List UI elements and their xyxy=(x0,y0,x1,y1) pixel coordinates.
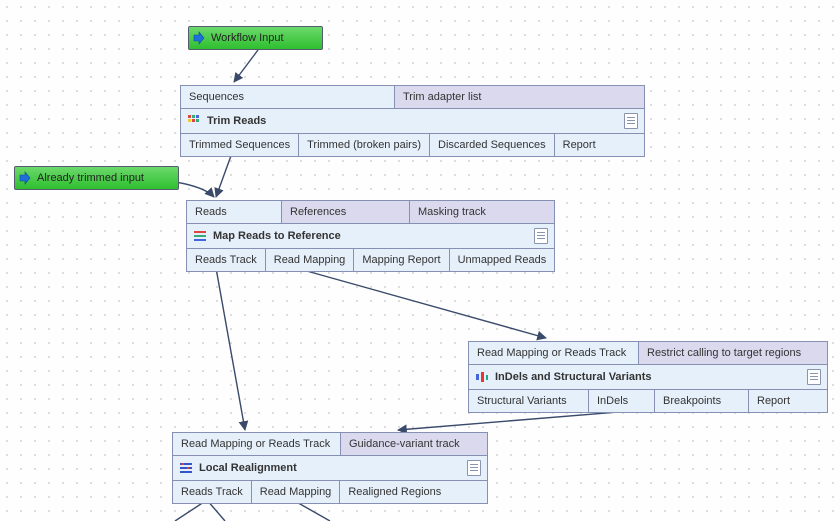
node-title: Local Realignment xyxy=(199,456,297,480)
port-read-mapping[interactable]: Read Mapping xyxy=(266,249,355,271)
port-reads-track[interactable]: Reads Track xyxy=(173,481,252,503)
port-read-mapping-or-reads-track[interactable]: Read Mapping or Reads Track xyxy=(469,342,639,364)
indels-icon xyxy=(475,370,489,384)
input-workflow-input[interactable]: Workflow Input xyxy=(188,26,323,50)
document-icon[interactable] xyxy=(807,369,821,385)
port-restrict-calling[interactable]: Restrict calling to target regions xyxy=(639,342,827,364)
port-reads[interactable]: Reads xyxy=(187,201,282,223)
node-map-reads-to-reference[interactable]: Reads References Masking track Map Reads… xyxy=(186,200,555,272)
document-icon[interactable] xyxy=(467,460,481,476)
port-read-mapping-or-reads-track[interactable]: Read Mapping or Reads Track xyxy=(173,433,341,455)
node-local-realignment[interactable]: Read Mapping or Reads Track Guidance-var… xyxy=(172,432,488,504)
port-indels[interactable]: InDels xyxy=(589,390,655,412)
document-icon[interactable] xyxy=(534,228,548,244)
port-trimmed-sequences[interactable]: Trimmed Sequences xyxy=(181,134,299,156)
map-icon xyxy=(193,229,207,243)
port-guidance-variant-track[interactable]: Guidance-variant track xyxy=(341,433,487,455)
document-icon[interactable] xyxy=(624,113,638,129)
port-trimmed-broken-pairs[interactable]: Trimmed (broken pairs) xyxy=(299,134,430,156)
input-arrow-icon xyxy=(19,171,33,185)
port-report[interactable]: Report xyxy=(749,390,827,412)
port-trim-adapter-list[interactable]: Trim adapter list xyxy=(395,86,644,108)
port-masking-track[interactable]: Masking track xyxy=(410,201,554,223)
realign-icon xyxy=(179,461,193,475)
port-realigned-regions[interactable]: Realigned Regions xyxy=(340,481,487,503)
port-references[interactable]: References xyxy=(282,201,410,223)
port-reads-track[interactable]: Reads Track xyxy=(187,249,266,271)
input-label: Workflow Input xyxy=(211,27,284,49)
port-report[interactable]: Report xyxy=(555,134,644,156)
port-read-mapping[interactable]: Read Mapping xyxy=(252,481,341,503)
node-title: Trim Reads xyxy=(207,109,266,133)
node-title: InDels and Structural Variants xyxy=(495,365,652,389)
port-unmapped-reads[interactable]: Unmapped Reads xyxy=(450,249,554,271)
input-already-trimmed[interactable]: Already trimmed input xyxy=(14,166,179,190)
port-breakpoints[interactable]: Breakpoints xyxy=(655,390,749,412)
node-trim-reads[interactable]: Sequences Trim adapter list Trim Reads T… xyxy=(180,85,645,157)
input-arrow-icon xyxy=(193,31,207,45)
node-indels-and-structural-variants[interactable]: Read Mapping or Reads Track Restrict cal… xyxy=(468,341,828,413)
node-title: Map Reads to Reference xyxy=(213,224,341,248)
port-sequences[interactable]: Sequences xyxy=(181,86,395,108)
trim-icon xyxy=(187,114,201,128)
input-label: Already trimmed input xyxy=(37,167,144,189)
port-mapping-report[interactable]: Mapping Report xyxy=(354,249,449,271)
port-structural-variants[interactable]: Structural Variants xyxy=(469,390,589,412)
port-discarded-sequences[interactable]: Discarded Sequences xyxy=(430,134,555,156)
